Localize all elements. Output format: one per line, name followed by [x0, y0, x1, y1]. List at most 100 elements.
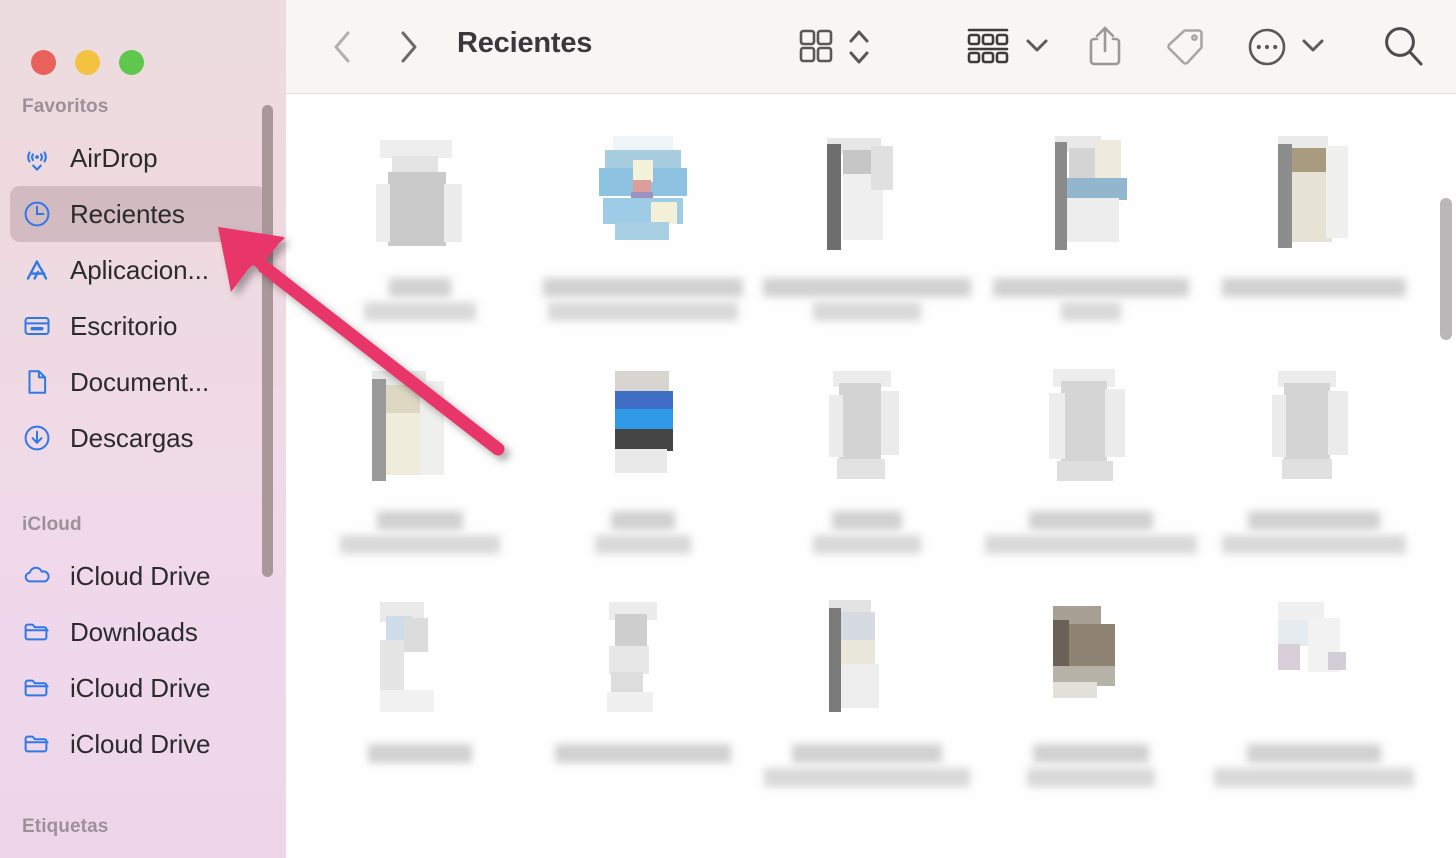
- file-item[interactable]: [532, 349, 756, 582]
- sidebar-item-icloud-drive-2[interactable]: iCloud Drive: [10, 660, 266, 716]
- close-button[interactable]: [31, 50, 56, 75]
- file-thumbnail: [1252, 130, 1376, 264]
- page-title: Recientes: [457, 27, 593, 59]
- file-label-redacted: [308, 278, 532, 321]
- file-label-redacted: [755, 278, 979, 321]
- sidebar-scrollbar[interactable]: [262, 105, 273, 577]
- file-item[interactable]: [308, 349, 532, 582]
- sidebar-item-airdrop[interactable]: AirDrop: [10, 130, 266, 186]
- file-item[interactable]: [532, 116, 756, 349]
- folder-icon: [22, 729, 52, 759]
- file-item[interactable]: [755, 349, 979, 582]
- sidebar-item-recientes[interactable]: Recientes: [10, 186, 266, 242]
- sidebar-item-icloud-drive-3[interactable]: iCloud Drive: [10, 716, 266, 772]
- file-thumbnail: [1029, 596, 1153, 730]
- sidebar-item-aplicaciones[interactable]: Aplicacion...: [10, 242, 266, 298]
- sidebar-item-label: Document...: [70, 366, 210, 397]
- file-label-redacted: [979, 744, 1203, 787]
- file-thumbnail: [1029, 130, 1153, 264]
- window-controls: [0, 0, 286, 92]
- sidebar-item-label: AirDrop: [70, 142, 158, 173]
- file-label-redacted: [1202, 744, 1426, 787]
- sidebar-list-etiquetas: Roja: [0, 850, 286, 858]
- file-item[interactable]: [1202, 582, 1426, 815]
- file-label-redacted: [532, 278, 756, 321]
- file-thumbnail: [805, 130, 929, 264]
- group-by-icon[interactable]: [964, 24, 1012, 68]
- chevron-down-icon[interactable]: [1300, 32, 1326, 58]
- file-label-redacted: [1202, 278, 1426, 297]
- minimize-button[interactable]: [75, 50, 100, 75]
- cloud-icon: [22, 561, 52, 591]
- back-button[interactable]: [322, 26, 364, 68]
- share-icon[interactable]: [1084, 22, 1126, 70]
- sidebar-item-label: iCloud Drive: [70, 728, 211, 759]
- file-thumbnail: [1252, 596, 1376, 730]
- file-label-redacted: [755, 744, 979, 787]
- up-down-chevron-icon[interactable]: [844, 24, 874, 70]
- sidebar-section-etiquetas: Etiquetas: [22, 816, 109, 837]
- finder-window: Favoritos AirDrop Recientes Aplicacion..…: [0, 0, 1456, 858]
- main-area: Recientes: [286, 0, 1456, 858]
- file-thumbnail: [805, 363, 929, 497]
- document-icon: [22, 367, 52, 397]
- search-icon[interactable]: [1380, 22, 1426, 70]
- desktop-icon: [22, 311, 52, 341]
- file-thumbnail: [581, 596, 705, 730]
- sidebar-section-favoritos: Favoritos: [22, 96, 109, 117]
- tag-icon[interactable]: [1162, 24, 1208, 70]
- file-label-redacted: [979, 511, 1203, 554]
- more-ellipsis-circle-icon[interactable]: [1244, 24, 1290, 70]
- forward-button[interactable]: [387, 26, 429, 68]
- file-label-redacted: [532, 511, 756, 554]
- chevron-down-icon[interactable]: [1024, 32, 1050, 58]
- sidebar-item-label: Aplicacion...: [70, 254, 209, 285]
- sidebar-item-label: Downloads: [70, 616, 198, 647]
- sidebar-list-icloud: iCloud Drive Downloads iCloud Drive iClo…: [0, 548, 286, 772]
- file-grid-container[interactable]: [286, 94, 1456, 858]
- file-item[interactable]: [308, 116, 532, 349]
- content-scrollbar[interactable]: [1440, 198, 1452, 340]
- file-item[interactable]: [755, 116, 979, 349]
- file-label-redacted: [532, 744, 756, 763]
- sidebar: Favoritos AirDrop Recientes Aplicacion..…: [0, 0, 286, 858]
- folder-icon: [22, 673, 52, 703]
- file-item[interactable]: [308, 582, 532, 815]
- file-item[interactable]: [532, 582, 756, 815]
- file-thumbnail: [581, 130, 705, 264]
- file-item[interactable]: [979, 582, 1203, 815]
- sidebar-section-icloud: iCloud: [22, 514, 82, 535]
- toolbar: Recientes: [286, 0, 1456, 94]
- file-label-redacted: [1202, 511, 1426, 554]
- sidebar-list-favoritos: AirDrop Recientes Aplicacion... Escritor…: [0, 130, 286, 466]
- folder-icon: [22, 617, 52, 647]
- sidebar-item-roja[interactable]: Roja: [10, 850, 266, 858]
- file-thumbnail: [358, 596, 482, 730]
- file-label-redacted: [308, 511, 532, 554]
- file-thumbnail: [805, 596, 929, 730]
- file-item[interactable]: [1202, 116, 1426, 349]
- maximize-button[interactable]: [119, 50, 144, 75]
- clock-icon: [22, 199, 52, 229]
- sidebar-item-descargas[interactable]: Descargas: [10, 410, 266, 466]
- file-thumbnail: [358, 130, 482, 264]
- sidebar-item-documentos[interactable]: Document...: [10, 354, 266, 410]
- file-label-redacted: [979, 278, 1203, 321]
- file-thumbnail: [1029, 363, 1153, 497]
- file-item[interactable]: [1202, 349, 1426, 582]
- file-thumbnail: [581, 363, 705, 497]
- sidebar-item-label: Recientes: [70, 198, 185, 229]
- file-thumbnail: [1252, 363, 1376, 497]
- file-item[interactable]: [755, 582, 979, 815]
- file-item[interactable]: [979, 116, 1203, 349]
- file-label-redacted: [308, 744, 532, 763]
- sidebar-item-escritorio[interactable]: Escritorio: [10, 298, 266, 354]
- sidebar-item-label: Escritorio: [70, 310, 178, 341]
- grid-view-icon[interactable]: [796, 25, 836, 67]
- sidebar-item-label: iCloud Drive: [70, 672, 211, 703]
- file-thumbnail: [358, 363, 482, 497]
- file-item[interactable]: [979, 349, 1203, 582]
- sidebar-item-label: iCloud Drive: [70, 560, 211, 591]
- sidebar-item-downloads[interactable]: Downloads: [10, 604, 266, 660]
- sidebar-item-icloud-drive[interactable]: iCloud Drive: [10, 548, 266, 604]
